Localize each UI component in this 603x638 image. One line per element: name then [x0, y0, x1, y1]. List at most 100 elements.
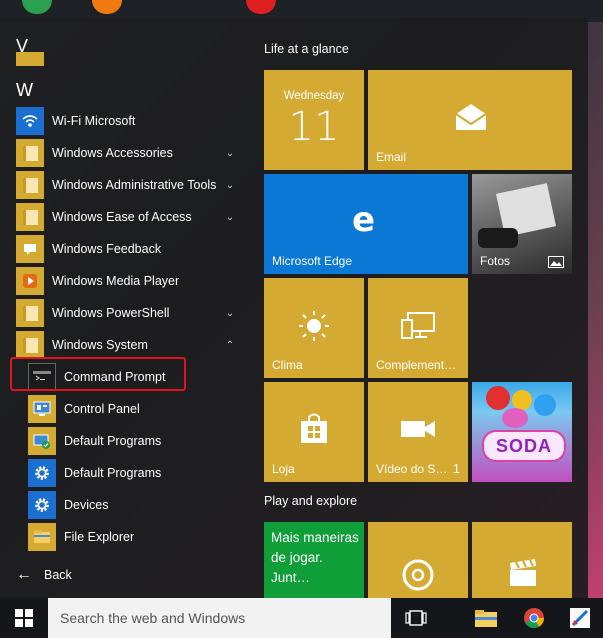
xbox-promo-text: Mais maneiras de jogar. Junt… [271, 530, 359, 585]
chrome-desktop-icon[interactable] [22, 0, 52, 14]
gear-icon [28, 491, 56, 519]
folder-icon [16, 139, 44, 167]
chrome-taskbar-button[interactable] [514, 598, 554, 638]
gear-icon [28, 459, 56, 487]
store-label: Loja [272, 462, 295, 476]
candy-blue [534, 394, 556, 416]
default-programs-icon [28, 427, 56, 455]
task-view-icon [405, 610, 427, 626]
movies-tile[interactable] [472, 522, 572, 598]
folder-icon [16, 171, 44, 199]
groove-music-tile[interactable] [368, 522, 468, 598]
chrome-icon [524, 608, 545, 629]
search-box[interactable]: Search the web and Windows [48, 598, 391, 638]
store-tile[interactable]: Loja [264, 382, 364, 482]
section-header-w[interactable]: W [16, 80, 33, 101]
file-explorer-taskbar-button[interactable] [466, 598, 506, 638]
app-windows-powershell[interactable]: Windows PowerShell ⌄ [0, 297, 246, 329]
app-list: V W Wi-Fi Microsoft Windows Accessories … [0, 18, 250, 598]
candy-yellow [512, 390, 532, 410]
start-button[interactable] [0, 598, 48, 638]
calendar-day: Wednesday [283, 90, 345, 102]
tile-group-title-life[interactable]: Life at a glance [264, 42, 349, 56]
folder-icon [475, 610, 497, 627]
control-panel-icon [28, 395, 56, 423]
edge-tile[interactable]: e Microsoft Edge [264, 174, 468, 274]
app-label: Windows Administrative Tools [52, 178, 217, 192]
photo-object [478, 228, 518, 248]
video-label: Vídeo do S… [376, 462, 448, 476]
photos-label: Fotos [480, 254, 511, 268]
app-label: Default Programs [64, 466, 162, 480]
weather-tile[interactable]: Clima [264, 278, 364, 378]
chevron-down-icon[interactable]: ⌄ [220, 143, 240, 163]
app-label: Default Programs [64, 434, 162, 448]
avast-desktop-icon[interactable] [92, 0, 122, 14]
sun-icon [299, 311, 329, 341]
app-default-programs-settings[interactable]: Default Programs [0, 457, 246, 489]
pen-app-icon [570, 608, 590, 628]
clapperboard-icon [510, 559, 536, 586]
connect-tile[interactable]: Complement… [368, 278, 468, 378]
chevron-down-icon[interactable]: ⌄ [220, 175, 240, 195]
app-label: Windows Accessories [52, 146, 173, 160]
music-disc-icon [402, 559, 434, 591]
app-windows-media-player[interactable]: Windows Media Player [0, 265, 246, 297]
mail-icon [455, 104, 487, 130]
app-label: Windows Ease of Access [52, 210, 192, 224]
app-label: Windows PowerShell [52, 306, 170, 320]
app-label: File Explorer [64, 530, 135, 544]
app-wifi-microsoft[interactable]: Wi-Fi Microsoft [0, 105, 246, 137]
app-windows-administrative-tools[interactable]: Windows Administrative Tools ⌄ [0, 169, 246, 201]
command-prompt-highlight [10, 357, 186, 391]
windows-logo-icon [15, 609, 33, 627]
candy-logo: SODA [482, 430, 566, 462]
folder-icon [16, 299, 44, 327]
app-default-programs[interactable]: Default Programs [0, 425, 246, 457]
app-label: Wi-Fi Microsoft [52, 114, 136, 128]
app-windows-feedback[interactable]: Windows Feedback [0, 233, 246, 265]
app-label: Devices [64, 498, 109, 512]
devices-icon [401, 312, 435, 339]
app-label: Windows System [52, 338, 148, 352]
edge-icon: e [352, 200, 376, 240]
partial-app-icon [16, 52, 44, 66]
video-badge-count: 1 [452, 461, 460, 476]
app-label: Control Panel [64, 402, 140, 416]
chevron-down-icon[interactable]: ⌄ [220, 303, 240, 323]
app-windows-accessories[interactable]: Windows Accessories ⌄ [0, 137, 246, 169]
email-label: Email [376, 150, 407, 164]
app-control-panel[interactable]: Control Panel [0, 393, 246, 425]
app-taskbar-button[interactable] [560, 598, 600, 638]
weather-label: Clima [272, 358, 303, 372]
wifi-icon [16, 107, 44, 135]
connect-label: Complement… [376, 358, 457, 372]
app-windows-ease-of-access[interactable]: Windows Ease of Access ⌄ [0, 201, 246, 233]
xbox-tile[interactable]: Mais maneiras de jogar. Junt… [264, 522, 364, 598]
back-arrow-icon: ← [16, 566, 32, 583]
email-tile[interactable]: Email [368, 70, 572, 170]
search-placeholder: Search the web and Windows [60, 610, 246, 626]
tile-group-title-play[interactable]: Play and explore [264, 494, 357, 508]
candy-crush-tile[interactable]: SODA [472, 382, 572, 482]
photos-icon [548, 256, 564, 268]
video-camera-icon [401, 421, 435, 437]
app-label: Windows Media Player [52, 274, 180, 288]
task-view-button[interactable] [396, 598, 436, 638]
photos-tile[interactable]: Fotos [472, 174, 572, 274]
app-file-explorer[interactable]: File Explorer [0, 521, 246, 553]
chevron-down-icon[interactable]: ⌄ [220, 207, 240, 227]
file-explorer-icon [28, 523, 56, 551]
mega-desktop-icon[interactable] [246, 0, 276, 14]
folder-icon [16, 203, 44, 231]
calendar-tile[interactable]: Wednesday 11 [264, 70, 364, 170]
candy-red [486, 386, 510, 410]
calendar-date: 11 [288, 104, 340, 150]
chevron-up-icon[interactable]: ⌃ [220, 335, 240, 355]
app-devices[interactable]: Devices [0, 489, 246, 521]
back-button[interactable]: ← Back [16, 566, 72, 584]
folder-icon [16, 331, 44, 359]
video-tile[interactable]: Vídeo do S… 1 [368, 382, 468, 482]
media-player-icon [16, 267, 44, 295]
feedback-icon [16, 235, 44, 263]
